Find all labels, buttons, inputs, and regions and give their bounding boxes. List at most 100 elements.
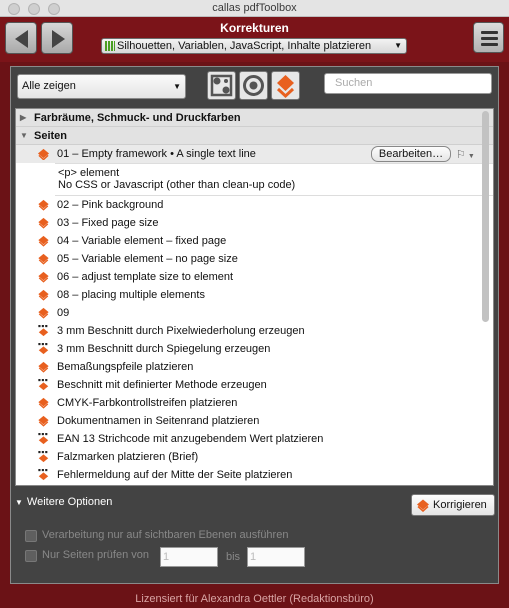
group-row[interactable]: ▼ Seiten [16, 127, 493, 145]
item-description: <p> element No CSS or Javascript (other … [55, 163, 493, 196]
chevron-down-icon: ▼ [394, 41, 402, 50]
list-item[interactable]: 03 – Fixed page size [16, 214, 493, 232]
page-title: Korrekturen [220, 21, 289, 35]
search-input[interactable]: Suchen [324, 73, 492, 94]
fixup-icon [38, 217, 49, 229]
target-icon [243, 75, 264, 96]
correction-icon [417, 499, 429, 512]
page-range-label: Nur Seiten prüfen von [42, 549, 150, 561]
description-line: <p> element [58, 167, 120, 179]
corrections-list: ▶ Farbräume, Schmuck- und Druckfarben ▼ … [15, 108, 494, 486]
list-item[interactable]: 04 – Variable element – fixed page [16, 232, 493, 250]
filter-select-value: Alle zeigen [22, 80, 76, 92]
list-item-label: 04 – Variable element – fixed page [57, 235, 227, 247]
fix-button-label: Korrigieren [433, 499, 487, 511]
process-plan-icon [38, 469, 49, 481]
correction-icon [276, 75, 295, 99]
process-plan-icon [38, 433, 49, 445]
process-plan-icon [38, 451, 49, 463]
list-item-label: 06 – adjust template size to element [57, 271, 234, 283]
fixup-icon [38, 199, 49, 211]
list-item-label: 02 – Pink background [57, 199, 164, 211]
list-item[interactable]: Bemaßungspfeile platzieren [16, 358, 493, 376]
scroll-thumb[interactable] [482, 111, 489, 322]
list-item[interactable]: Fehlermeldung auf der Mitte der Seite pl… [16, 466, 493, 484]
list-item-label: 09 [57, 307, 70, 319]
description-line: No CSS or Javascript (other than clean-u… [58, 179, 296, 191]
profile-select[interactable]: Silhouetten, Variablen, JavaScript, Inha… [101, 38, 407, 54]
page-range-checkbox[interactable] [25, 550, 37, 562]
fixup-icon [38, 289, 49, 301]
fixup-icon [37, 148, 50, 160]
visible-layers-label: Verarbeitung nur auf sichtbaren Ebenen a… [42, 529, 289, 541]
list-item[interactable]: 08 – placing multiple elements [16, 286, 493, 304]
menu-button[interactable] [473, 22, 504, 53]
page-to-input[interactable]: 1 [247, 547, 305, 567]
disclosure-triangle-icon[interactable]: ▼ [15, 498, 23, 507]
fixup-icon [38, 397, 49, 409]
more-options-label: Weitere Optionen [26, 496, 113, 508]
list-item[interactable]: 02 – Pink background [16, 196, 493, 214]
list-item[interactable]: 09 [16, 304, 493, 322]
group-label: Farbräume, Schmuck- und Druckfarben [34, 112, 241, 124]
window-title: callas pdfToolbox [212, 2, 297, 14]
disclosure-triangle-icon[interactable]: ▶ [20, 109, 26, 127]
fixup-icon [38, 271, 49, 283]
list-item-label: 3 mm Beschnitt durch Pixelwiederholung e… [57, 325, 305, 337]
list-item[interactable]: 3 mm Beschnitt durch Pixelwiederholung e… [16, 322, 493, 340]
list-item[interactable]: Dokumentnamen in Seitenrand platzieren [16, 412, 493, 430]
disclosure-triangle-icon[interactable]: ▼ [20, 127, 28, 145]
list-item-label: Beschnitt mit definierter Methode erzeug… [57, 379, 267, 391]
list-item-label: 05 – Variable element – no page size [57, 253, 238, 265]
page-from-input[interactable]: 1 [160, 547, 218, 567]
list-item-label: 01 – Empty framework • A single text lin… [57, 148, 256, 160]
chevron-down-icon: ▼ [173, 82, 181, 91]
list-item-label: Fehlermeldung auf der Mitte der Seite pl… [57, 469, 293, 481]
edit-button[interactable]: Bearbeiten… [371, 146, 451, 162]
fixups-icon [210, 74, 233, 97]
list-item-label: 08 – placing multiple elements [57, 289, 205, 301]
flag-menu[interactable]: ⚐ ▼ [456, 146, 478, 162]
fixup-icon [38, 235, 49, 247]
list-item-label: 3 mm Beschnitt durch Spiegelung erzeugen [57, 343, 271, 355]
chevron-down-icon: ▼ [465, 153, 475, 160]
license-text: Lizensiert für Alexandra Oettler (Redakt… [135, 593, 374, 605]
filter-select[interactable]: Alle zeigen ▼ [17, 74, 186, 99]
list-item[interactable]: Falzmarken platzieren (Brief) [16, 448, 493, 466]
list-item[interactable]: 06 – adjust template size to element [16, 268, 493, 286]
view-corrections-button[interactable] [271, 71, 300, 100]
view-fixups-button[interactable] [207, 71, 236, 100]
list-item-label: CMYK-Farbkontrollstreifen platzieren [57, 397, 238, 409]
process-plan-icon [38, 343, 49, 355]
list-item[interactable]: Beschnitt mit definierter Methode erzeug… [16, 376, 493, 394]
list-item-label: Dokumentnamen in Seitenrand platzieren [57, 415, 260, 427]
group-label: Seiten [34, 130, 68, 142]
list-item[interactable]: 05 – Variable element – no page size [16, 250, 493, 268]
fixup-icon [38, 253, 49, 265]
list-item[interactable]: CMYK-Farbkontrollstreifen platzieren [16, 394, 493, 412]
list-scrollbar[interactable] [482, 111, 491, 483]
list-item-label: Falzmarken platzieren (Brief) [57, 451, 199, 463]
visible-layers-checkbox[interactable] [25, 530, 37, 542]
process-plan-icon [38, 325, 49, 337]
window-titlebar: callas pdfToolbox [0, 0, 509, 17]
main-panel: Alle zeigen ▼ Suchen ▶ Farbräume, Schmuc… [10, 66, 499, 584]
fixup-icon [38, 361, 49, 373]
list-item-label: EAN 13 Strichcode mit anzugebendem Wert … [57, 433, 324, 445]
group-row[interactable]: ▶ Farbräume, Schmuck- und Druckfarben [16, 109, 493, 127]
list-item[interactable]: EAN 13 Strichcode mit anzugebendem Wert … [16, 430, 493, 448]
page-to-label: bis [226, 551, 241, 563]
profile-select-value: Silhouetten, Variablen, JavaScript, Inha… [117, 40, 372, 52]
list-item-label: 03 – Fixed page size [57, 217, 159, 229]
more-options-toggle[interactable]: ▼ Weitere Optionen [15, 496, 112, 508]
list-item[interactable]: 3 mm Beschnitt durch Spiegelung erzeugen [16, 340, 493, 358]
fixup-icon [38, 307, 49, 319]
view-checks-button[interactable] [239, 71, 268, 100]
process-plan-icon [38, 379, 49, 391]
flag-icon: ⚐ [456, 149, 466, 161]
fixup-icon [38, 415, 49, 427]
list-item-selected[interactable]: 01 – Empty framework • A single text lin… [16, 145, 493, 163]
fix-button[interactable]: Korrigieren [411, 494, 495, 516]
header-bar: Korrekturen Silhouetten, Variablen, Java… [0, 17, 509, 62]
library-icon [105, 41, 115, 51]
